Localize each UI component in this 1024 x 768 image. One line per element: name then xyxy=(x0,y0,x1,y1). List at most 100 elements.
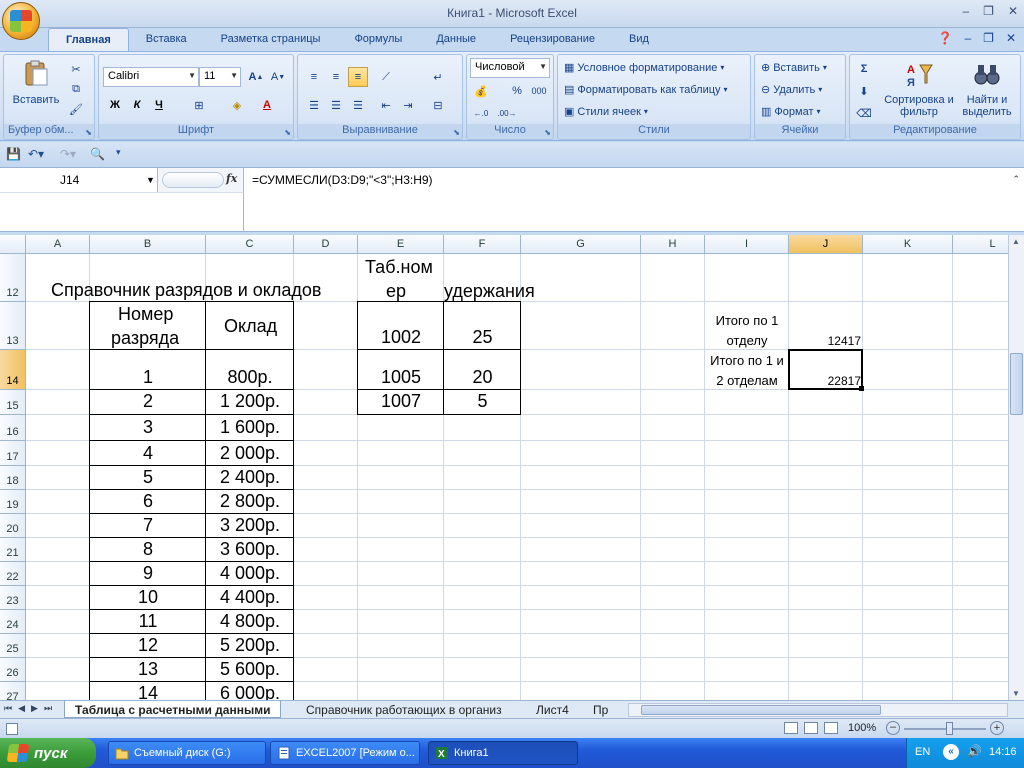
dialog-launcher-icon[interactable]: ⬊ xyxy=(453,128,460,137)
ribbon-minimize-icon[interactable]: – xyxy=(964,31,971,45)
column-header[interactable]: I xyxy=(705,235,789,254)
dialog-launcher-icon[interactable]: ⬊ xyxy=(284,128,291,137)
row-header[interactable]: 15 xyxy=(0,390,26,415)
scroll-up-icon[interactable]: ▲ xyxy=(1012,237,1020,246)
zoom-slider-thumb[interactable] xyxy=(946,722,953,735)
row-header[interactable]: 25 xyxy=(0,634,26,658)
increase-indent-icon[interactable]: ⇥ xyxy=(398,95,418,115)
prev-sheet-icon[interactable]: ◀ xyxy=(18,703,25,714)
font-color-icon[interactable]: A xyxy=(257,95,277,115)
row-header[interactable]: 24 xyxy=(0,610,26,634)
row-header[interactable]: 13 xyxy=(0,302,26,350)
wrap-text-icon[interactable]: ↵ xyxy=(428,67,448,87)
paste-button[interactable]: Вставить xyxy=(10,59,62,106)
row-header[interactable]: 27 xyxy=(0,682,26,700)
undo-icon[interactable]: ↶▾ xyxy=(28,147,44,161)
align-top-icon[interactable]: ≡ xyxy=(304,67,324,87)
decrease-decimal-icon[interactable]: .00→ xyxy=(497,103,517,123)
first-sheet-icon[interactable]: ⏮ xyxy=(4,703,12,714)
close-button[interactable]: ✕ xyxy=(1008,4,1018,18)
copy-icon[interactable]: ⧉ xyxy=(66,79,86,99)
column-header-selected[interactable]: J xyxy=(789,235,863,254)
row-header[interactable]: 19 xyxy=(0,490,26,514)
column-header[interactable]: A xyxy=(26,235,90,254)
column-header[interactable]: L xyxy=(953,235,1008,254)
italic-button[interactable]: К xyxy=(127,95,147,115)
horizontal-scroll-thumb[interactable] xyxy=(641,705,881,715)
tab-home[interactable]: Главная xyxy=(48,28,129,52)
ribbon-restore-icon[interactable]: ❐ xyxy=(983,31,994,45)
fill-handle[interactable] xyxy=(859,386,864,391)
font-name-select[interactable]: Calibri ▼ xyxy=(103,67,199,87)
orientation-icon[interactable]: ⟋ xyxy=(376,67,396,87)
zoom-slider[interactable] xyxy=(904,728,986,730)
task-excel2007[interactable]: EXCEL2007 [Режим о... xyxy=(270,741,420,765)
align-left-icon[interactable]: ☰ xyxy=(304,95,324,115)
conditional-formatting-button[interactable]: ▦ Условное форматирование ▾ xyxy=(564,61,724,75)
borders-icon[interactable]: ⊞ xyxy=(189,95,209,115)
page-break-view-icon[interactable] xyxy=(824,722,838,734)
clear-icon[interactable]: ⌫ xyxy=(854,103,874,123)
autosum-icon[interactable]: Σ xyxy=(854,59,874,79)
page-layout-view-icon[interactable] xyxy=(804,722,818,734)
align-middle-icon[interactable]: ≡ xyxy=(326,67,346,87)
increase-decimal-icon[interactable]: ←.0 xyxy=(471,103,491,123)
tray-expand-icon[interactable]: « xyxy=(943,744,959,760)
row-header[interactable]: 23 xyxy=(0,586,26,610)
expand-formula-bar-icon[interactable]: ⌃ xyxy=(1012,174,1020,185)
restore-button[interactable]: ❐ xyxy=(983,4,994,18)
zoom-out-icon[interactable]: – xyxy=(886,721,900,735)
tab-page-layout[interactable]: Разметка страницы xyxy=(204,28,338,52)
row-header[interactable]: 12 xyxy=(0,254,26,302)
sort-filter-button[interactable]: АЯ Сортировка и фильтр xyxy=(884,59,954,118)
normal-view-icon[interactable] xyxy=(784,722,798,734)
save-icon[interactable]: 💾 xyxy=(6,147,21,161)
row-header[interactable]: 16 xyxy=(0,415,26,441)
fill-icon[interactable]: ⬇ xyxy=(854,81,874,101)
language-indicator[interactable]: EN xyxy=(915,746,930,758)
row-header[interactable]: 18 xyxy=(0,466,26,490)
tab-view[interactable]: Вид xyxy=(612,28,666,52)
align-bottom-icon[interactable]: ≡ xyxy=(348,67,368,87)
scroll-down-icon[interactable]: ▼ xyxy=(1012,689,1020,698)
column-header[interactable]: C xyxy=(206,235,294,254)
bold-button[interactable]: Ж xyxy=(105,95,125,115)
underline-button[interactable]: Ч xyxy=(149,95,169,115)
row-header-selected[interactable]: 14 xyxy=(0,350,26,390)
dialog-launcher-icon[interactable]: ⬊ xyxy=(85,128,92,137)
dialog-launcher-icon[interactable]: ⬊ xyxy=(544,128,551,137)
horizontal-scrollbar[interactable] xyxy=(628,703,1008,717)
row-header[interactable]: 17 xyxy=(0,441,26,466)
currency-icon[interactable]: 💰 xyxy=(471,81,491,101)
tab-review[interactable]: Рецензирование xyxy=(493,28,612,52)
column-header[interactable]: D xyxy=(294,235,358,254)
sheet-tab-active[interactable]: Таблица с расчетными данными xyxy=(64,701,282,718)
tab-formulas[interactable]: Формулы xyxy=(337,28,419,52)
cell-styles-button[interactable]: ▣ Стили ячеек ▾ xyxy=(564,105,648,119)
sheet-tab[interactable]: Лист4 xyxy=(526,701,579,718)
row-header[interactable]: 22 xyxy=(0,562,26,586)
task-excel-book1[interactable]: X Книга1 xyxy=(428,741,578,765)
column-header[interactable]: B xyxy=(90,235,206,254)
insert-function-button[interactable]: fx xyxy=(226,172,237,185)
delete-cells-button[interactable]: ⊖ Удалить ▾ xyxy=(761,83,822,97)
cut-icon[interactable]: ✂ xyxy=(66,59,86,79)
column-header[interactable]: E xyxy=(358,235,444,254)
tab-data[interactable]: Данные xyxy=(419,28,493,52)
column-header[interactable]: H xyxy=(641,235,705,254)
print-preview-icon[interactable]: 🔍 xyxy=(90,147,105,161)
select-all-corner[interactable] xyxy=(0,235,26,254)
align-center-icon[interactable]: ☰ xyxy=(326,95,346,115)
column-header[interactable]: F xyxy=(444,235,521,254)
sheet-tab[interactable]: Справочник работающих в организ xyxy=(296,701,512,718)
start-button[interactable]: пуск xyxy=(0,738,96,768)
name-box-dropdown-icon[interactable]: ▼ xyxy=(146,175,155,185)
zoom-in-icon[interactable]: + xyxy=(990,721,1004,735)
macro-record-icon[interactable] xyxy=(6,723,18,735)
column-header[interactable]: G xyxy=(521,235,641,254)
office-button[interactable] xyxy=(2,2,40,40)
format-cells-button[interactable]: ▥ Формат ▾ xyxy=(761,105,821,119)
thousands-button[interactable]: 000 xyxy=(529,81,549,101)
customize-qat-icon[interactable]: ▾ xyxy=(116,147,121,158)
decrease-indent-icon[interactable]: ⇤ xyxy=(376,95,396,115)
